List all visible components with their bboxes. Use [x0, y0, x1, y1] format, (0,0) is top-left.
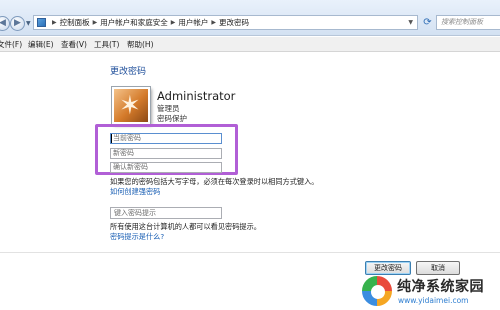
avatar: ✶ — [112, 87, 150, 124]
account-status: 密码保护 — [157, 114, 187, 123]
control-panel-icon — [37, 18, 46, 27]
refresh-icon[interactable]: ⟳ — [421, 16, 434, 29]
password-hint-help-link[interactable]: 密码提示是什么? — [110, 232, 164, 242]
confirm-password-field[interactable]: 确认新密码 — [110, 162, 222, 173]
back-arrow-icon: ◀ — [0, 18, 6, 28]
chevron-right-icon[interactable]: ▶ — [211, 19, 216, 26]
divider — [0, 252, 500, 253]
password-hint-field[interactable]: 键入密码提示 — [110, 207, 222, 219]
current-password-field[interactable]: 当前密码 — [110, 133, 222, 144]
starfish-icon: ✶ — [119, 91, 141, 121]
chevron-right-icon[interactable]: ▶ — [171, 19, 176, 26]
menu-view[interactable]: 查看(V) — [61, 39, 87, 50]
breadcrumb-user-accounts[interactable]: 用户帐户 — [178, 17, 208, 28]
forward-arrow-icon: ▶ — [14, 18, 21, 28]
search-input[interactable]: 搜索控制面板 — [436, 15, 500, 30]
back-button[interactable]: ◀ — [0, 16, 10, 31]
breadcrumb-change-password[interactable]: 更改密码 — [219, 17, 249, 28]
strong-password-link[interactable]: 如何创建强密码 — [110, 187, 160, 197]
breadcrumb[interactable]: ▶ 控制面板 ▶ 用户帐户和家庭安全 ▶ 用户帐户 ▶ 更改密码 ▼ — [33, 15, 418, 30]
watermark: 纯净系统家园 www.yidaimei.com — [357, 273, 500, 310]
watermark-logo-icon — [361, 275, 393, 307]
address-dropdown-icon[interactable]: ▼ — [408, 19, 413, 26]
menu-file[interactable]: 文件(F) — [0, 39, 22, 50]
chevron-right-icon[interactable]: ▶ — [93, 19, 98, 26]
chevron-right-icon[interactable]: ▶ — [52, 19, 57, 26]
recent-pages-dropdown-icon[interactable]: ▼ — [26, 20, 31, 27]
caps-note: 如果您的密码包括大写字母，必须在每次登录时以相同方式键入。 — [110, 177, 319, 186]
menu-edit[interactable]: 编辑(E) — [28, 39, 54, 50]
account-name: Administrator — [157, 89, 236, 103]
forward-button[interactable]: ▶ — [10, 16, 25, 31]
text-caret — [111, 134, 112, 143]
watermark-title: 纯净系统家园 — [397, 279, 484, 295]
menu-bar: 文件(F) 编辑(E) 查看(V) 工具(T) 帮助(H) — [0, 37, 500, 52]
address-bar: ◀ ▶ ▼ ▶ 控制面板 ▶ 用户帐户和家庭安全 ▶ 用户帐户 ▶ 更改密码 ▼… — [0, 0, 500, 36]
breadcrumb-user-accounts-family-safety[interactable]: 用户帐户和家庭安全 — [100, 17, 168, 28]
menu-help[interactable]: 帮助(H) — [127, 39, 154, 50]
menu-tools[interactable]: 工具(T) — [94, 39, 119, 50]
hint-note: 所有使用这台计算机的人都可以看见密码提示。 — [110, 222, 261, 231]
watermark-url: www.yidaimei.com — [398, 296, 469, 305]
new-password-field[interactable]: 新密码 — [110, 148, 222, 159]
watermark-logo-center — [371, 285, 385, 299]
page-title: 更改密码 — [110, 67, 147, 77]
breadcrumb-control-panel[interactable]: 控制面板 — [60, 17, 90, 28]
